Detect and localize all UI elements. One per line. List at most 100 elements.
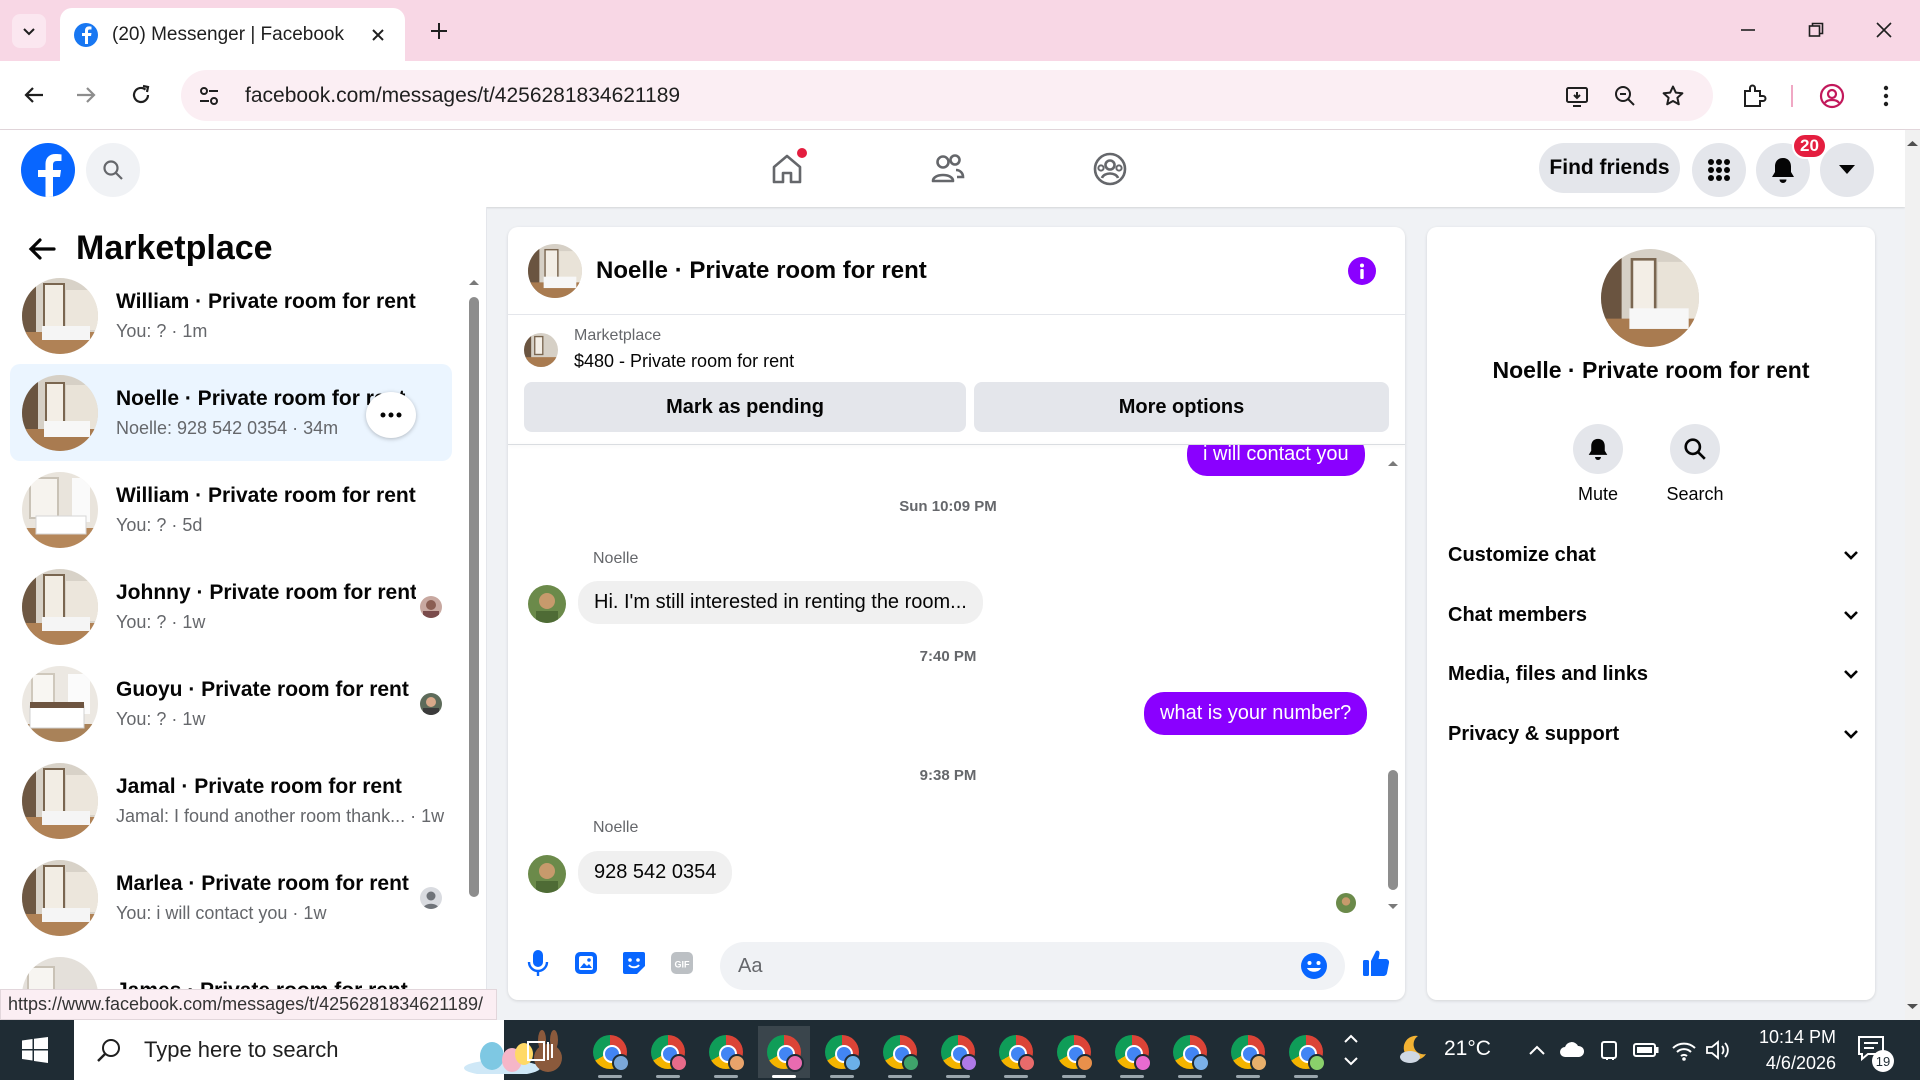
chat-scrollbar-thumb[interactable] bbox=[1388, 770, 1398, 890]
scroll-down-arrow-icon[interactable] bbox=[1385, 902, 1401, 912]
outgoing-message[interactable]: i will contact you bbox=[1187, 445, 1365, 476]
action-center-button[interactable]: 19 bbox=[1856, 1034, 1894, 1072]
conversation-options-button[interactable] bbox=[366, 392, 416, 438]
taskbar-chrome-window[interactable] bbox=[816, 1026, 868, 1078]
sidebar-scrollbar-thumb[interactable] bbox=[469, 297, 479, 897]
profile-button[interactable] bbox=[1813, 77, 1851, 115]
taskbar-search-box[interactable]: Type here to search bbox=[74, 1020, 562, 1080]
sticker-button[interactable] bbox=[618, 947, 650, 979]
incoming-message[interactable]: 928 542 0354 bbox=[578, 851, 733, 894]
nav-groups[interactable] bbox=[1082, 144, 1138, 194]
minimize-button[interactable] bbox=[1718, 10, 1778, 50]
taskbar-chrome-window-active[interactable] bbox=[758, 1026, 810, 1078]
taskbar-chrome-window[interactable] bbox=[874, 1026, 926, 1078]
taskbar-clock[interactable]: 10:14 PM 4/6/2026 bbox=[1736, 1024, 1836, 1076]
search-in-conversation-action[interactable]: Search bbox=[1650, 424, 1740, 505]
menu-grid-button[interactable] bbox=[1692, 143, 1746, 197]
search-in-conversation-button[interactable] bbox=[1670, 424, 1720, 474]
attach-photo-button[interactable] bbox=[570, 947, 602, 979]
browser-menu-button[interactable] bbox=[1867, 77, 1905, 115]
sender-avatar[interactable] bbox=[528, 585, 566, 623]
zoom-icon[interactable] bbox=[1605, 76, 1645, 116]
extensions-button[interactable] bbox=[1735, 77, 1773, 115]
nav-friends[interactable] bbox=[920, 144, 976, 194]
privacy-support-section[interactable]: Privacy & support bbox=[1448, 714, 1858, 754]
reload-button[interactable] bbox=[123, 77, 159, 113]
nav-home[interactable] bbox=[759, 144, 815, 194]
conversation-item-active[interactable]: Noelle · Private room for rent Noelle: 9… bbox=[10, 364, 452, 461]
show-hidden-icons-button[interactable] bbox=[1523, 1036, 1551, 1064]
marketplace-listing[interactable]: Marketplace $480 - Private room for rent bbox=[524, 327, 794, 372]
conversation-item[interactable]: Marlea · Private room for rent You: i wi… bbox=[10, 849, 452, 946]
wifi-tray-icon[interactable] bbox=[1670, 1036, 1698, 1064]
account-menu-button[interactable] bbox=[1820, 143, 1874, 197]
taskbar-chrome-window[interactable] bbox=[1280, 1026, 1332, 1078]
chat-title[interactable]: Noelle · Private room for rent bbox=[596, 257, 927, 285]
incoming-message[interactable]: Hi. I'm still interested in renting the … bbox=[578, 581, 983, 624]
taskbar-chrome-window[interactable] bbox=[1048, 1026, 1100, 1078]
forward-button[interactable] bbox=[68, 77, 104, 113]
outgoing-message[interactable]: what is your number? bbox=[1144, 692, 1368, 735]
taskbar-chrome-window[interactable] bbox=[1164, 1026, 1216, 1078]
mark-as-pending-button[interactable]: Mark as pending bbox=[524, 382, 966, 432]
site-info-icon[interactable] bbox=[189, 76, 229, 116]
weather-widget[interactable]: 21°C bbox=[1396, 1032, 1491, 1066]
taskbar-chrome-window[interactable] bbox=[990, 1026, 1042, 1078]
page-scrollbar[interactable] bbox=[1905, 130, 1920, 1020]
close-tab-icon[interactable] bbox=[365, 22, 391, 48]
restore-button[interactable] bbox=[1786, 10, 1846, 50]
media-files-links-section[interactable]: Media, files and links bbox=[1448, 654, 1858, 694]
section-label: Chat members bbox=[1448, 603, 1587, 626]
back-to-chats-button[interactable] bbox=[24, 231, 60, 267]
meet-now-tray-icon[interactable] bbox=[1596, 1036, 1624, 1064]
scroll-up-arrow-icon[interactable] bbox=[1905, 138, 1920, 148]
conversation-item[interactable]: William · Private room for rent You: ? ·… bbox=[10, 461, 452, 558]
mute-button[interactable] bbox=[1573, 424, 1623, 474]
browser-tab-messenger[interactable]: (20) Messenger | Facebook bbox=[60, 8, 405, 61]
tab-search-button[interactable] bbox=[12, 14, 46, 48]
scroll-down-arrow-icon[interactable] bbox=[1905, 1002, 1920, 1012]
send-like-button[interactable] bbox=[1358, 945, 1394, 981]
sidebar-scrollbar[interactable] bbox=[467, 267, 481, 967]
start-button[interactable] bbox=[0, 1020, 70, 1080]
customize-chat-section[interactable]: Customize chat bbox=[1448, 535, 1858, 575]
conversation-item[interactable]: William · Private room for rent You: ? ·… bbox=[10, 267, 452, 364]
taskbar-chrome-window[interactable] bbox=[700, 1026, 752, 1078]
taskbar-chrome-window[interactable] bbox=[1106, 1026, 1158, 1078]
facebook-logo-icon[interactable] bbox=[21, 143, 75, 197]
message-input[interactable]: Aa bbox=[720, 942, 1345, 990]
voice-clip-button[interactable] bbox=[522, 947, 554, 979]
taskbar-chrome-window[interactable] bbox=[1222, 1026, 1274, 1078]
chat-members-section[interactable]: Chat members bbox=[1448, 595, 1858, 635]
sender-avatar[interactable] bbox=[528, 855, 566, 893]
volume-tray-icon[interactable] bbox=[1704, 1036, 1732, 1064]
find-friends-button[interactable]: Find friends bbox=[1539, 143, 1680, 193]
scroll-up-arrow-icon[interactable] bbox=[1385, 458, 1401, 468]
more-options-button[interactable]: More options bbox=[974, 382, 1389, 432]
conversation-item[interactable]: Guoyu · Private room for rent You: ? · 1… bbox=[10, 655, 452, 752]
emoji-picker-button[interactable] bbox=[1300, 952, 1328, 980]
taskbar-chrome-window[interactable] bbox=[642, 1026, 694, 1078]
taskbar-overflow-scroll[interactable] bbox=[1340, 1028, 1362, 1072]
address-bar[interactable]: facebook.com/messages/t/4256281834621189 bbox=[181, 70, 1713, 121]
taskbar-chrome-window[interactable] bbox=[932, 1026, 984, 1078]
back-button[interactable] bbox=[16, 77, 52, 113]
task-view-button[interactable] bbox=[520, 1034, 560, 1068]
chat-room-photo[interactable] bbox=[528, 243, 582, 298]
onedrive-tray-icon[interactable] bbox=[1558, 1036, 1586, 1064]
facebook-search-button[interactable] bbox=[86, 143, 140, 197]
gif-button[interactable]: GIF bbox=[666, 947, 698, 979]
close-window-button[interactable] bbox=[1854, 10, 1914, 50]
conversation-item[interactable]: Jamal · Private room for rent Jamal: I f… bbox=[10, 752, 452, 849]
new-tab-button[interactable] bbox=[424, 16, 454, 46]
mute-action[interactable]: Mute bbox=[1553, 424, 1643, 505]
bookmark-star-icon[interactable] bbox=[1653, 76, 1693, 116]
conversation-info-button[interactable] bbox=[1348, 257, 1376, 285]
taskbar-chrome-window[interactable] bbox=[584, 1026, 636, 1078]
conversation-item[interactable]: Johnny · Private room for rent You: ? · … bbox=[10, 558, 452, 655]
install-app-icon[interactable] bbox=[1557, 76, 1597, 116]
battery-tray-icon[interactable] bbox=[1632, 1036, 1660, 1064]
scroll-up-arrow-icon[interactable] bbox=[467, 277, 481, 287]
chat-scrollbar[interactable] bbox=[1385, 452, 1401, 912]
section-label: Media, files and links bbox=[1448, 662, 1649, 685]
